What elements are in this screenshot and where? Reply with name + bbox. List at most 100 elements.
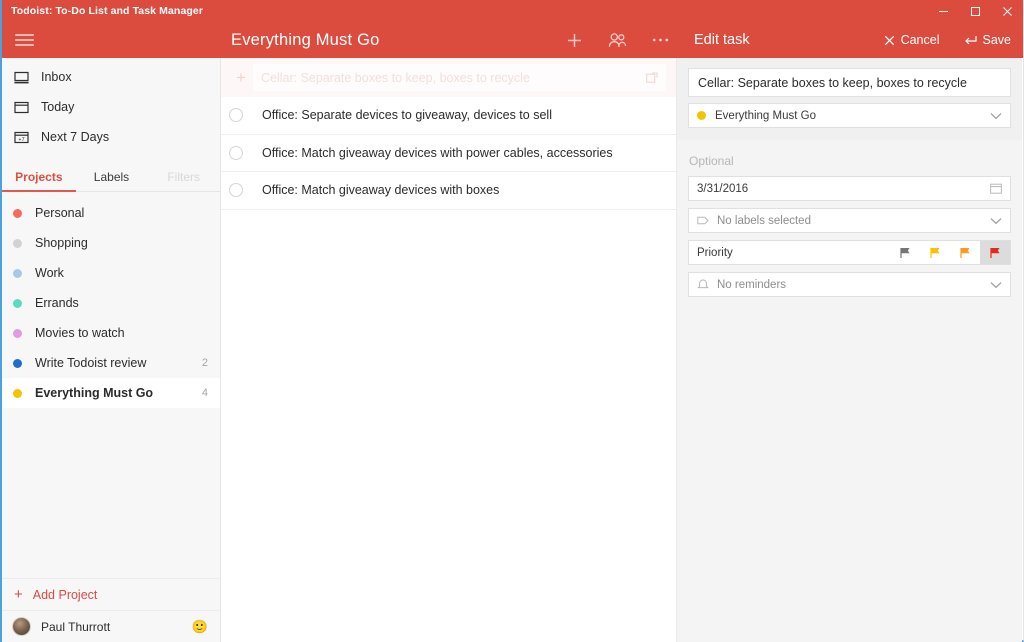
list-item[interactable]: Work: [2, 258, 220, 288]
task-checkbox[interactable]: [229, 145, 243, 160]
priority-3-flag-icon[interactable]: [920, 241, 950, 264]
close-button[interactable]: [991, 0, 1023, 22]
task-checkbox[interactable]: [229, 108, 243, 123]
sidebar-item-label: Today: [41, 100, 75, 114]
page-title: Everything Must Go: [231, 30, 380, 49]
project-select[interactable]: Everything Must Go: [688, 103, 1011, 128]
status-emoji-icon[interactable]: 🙂: [192, 619, 208, 635]
task-title: Office: Match giveaway devices with powe…: [262, 145, 613, 160]
edit-task-panel: Cellar: Separate boxes to keep, boxes to…: [677, 58, 1022, 642]
project-select-value: Everything Must Go: [715, 109, 816, 122]
inbox-icon: [13, 69, 30, 86]
tab-filters[interactable]: Filters: [147, 164, 220, 191]
project-label: Errands: [35, 296, 79, 310]
calendar-icon: [13, 99, 30, 116]
project-color-dot: [13, 388, 22, 398]
save-button[interactable]: Save: [952, 33, 1024, 47]
calendar-icon[interactable]: [990, 183, 1002, 194]
add-task-placeholder: Cellar: Separate boxes to keep, boxes to…: [261, 70, 530, 85]
project-label: Write Todoist review: [35, 356, 147, 370]
title-bar: Todoist: To-Do List and Task Manager: [2, 0, 1023, 22]
plus-icon: +: [14, 586, 23, 603]
maximize-button[interactable]: [959, 0, 991, 22]
project-color-dot: [697, 111, 706, 120]
add-task-field[interactable]: Cellar: Separate boxes to keep, boxes to…: [253, 64, 666, 91]
sidebar-tabs: Projects Labels Filters: [2, 164, 220, 192]
sidebar: Inbox Today +7 Next 7 Days Projects Labe…: [2, 58, 221, 642]
project-label: Shopping: [35, 236, 88, 250]
close-icon: [884, 35, 895, 46]
table-row[interactable]: Office: Match giveaway devices with powe…: [221, 135, 676, 172]
project-label: Movies to watch: [35, 326, 125, 340]
chevron-down-icon: [990, 281, 1002, 289]
reminders-value: No reminders: [717, 278, 787, 291]
hamburger-icon[interactable]: [2, 22, 46, 58]
app-window: Todoist: To-Do List and Task Manager Eve…: [0, 0, 1024, 642]
list-item[interactable]: Personal: [2, 198, 220, 228]
table-row[interactable]: Office: Match giveaway devices with boxe…: [221, 172, 676, 210]
priority-label: Priority: [697, 246, 733, 259]
app-body: Inbox Today +7 Next 7 Days Projects Labe…: [2, 58, 1023, 642]
window-title: Todoist: To-Do List and Task Manager: [11, 5, 204, 17]
ellipsis-icon[interactable]: [649, 29, 671, 51]
people-icon[interactable]: [606, 29, 628, 51]
enter-arrow-icon: [964, 35, 977, 46]
task-checkbox[interactable]: [229, 183, 243, 198]
calendar-7-icon: +7: [13, 129, 30, 146]
task-list-pane: + Cellar: Separate boxes to keep, boxes …: [221, 58, 677, 642]
minimize-button[interactable]: [927, 0, 959, 22]
due-date-field[interactable]: 3/31/2016: [688, 176, 1011, 201]
project-label: Everything Must Go: [35, 386, 154, 400]
edit-panel-top: Cellar: Separate boxes to keep, boxes to…: [677, 58, 1022, 140]
project-label: Personal: [35, 206, 85, 220]
project-label: Work: [35, 266, 64, 280]
chevron-down-icon: [990, 112, 1002, 120]
sidebar-item-next-7-days[interactable]: +7 Next 7 Days: [2, 122, 220, 152]
sidebar-item-today[interactable]: Today: [2, 92, 220, 122]
edit-task-header: Edit task Cancel Save: [678, 22, 1023, 58]
sidebar-nav: Inbox Today +7 Next 7 Days: [2, 58, 220, 152]
cancel-button[interactable]: Cancel: [872, 33, 952, 47]
list-item[interactable]: Shopping: [2, 228, 220, 258]
list-item[interactable]: Movies to watch: [2, 318, 220, 348]
labels-field[interactable]: No labels selected: [688, 208, 1011, 233]
project-count: 4: [201, 387, 208, 399]
user-name: Paul Thurrott: [41, 619, 111, 634]
project-color-dot: [13, 358, 22, 368]
project-list: Personal Shopping Work Errands Movies to…: [2, 192, 220, 408]
add-project-button[interactable]: + Add Project: [2, 578, 220, 610]
user-account-row[interactable]: Paul Thurrott 🙂: [2, 610, 220, 642]
chevron-down-icon: [990, 217, 1002, 225]
plus-icon[interactable]: [563, 29, 585, 51]
list-item[interactable]: Errands: [2, 288, 220, 318]
cancel-label: Cancel: [900, 33, 940, 47]
plus-icon: +: [236, 68, 246, 87]
priority-4-flag-icon[interactable]: [890, 241, 920, 264]
reminders-field[interactable]: No reminders: [688, 272, 1011, 297]
priority-2-flag-icon[interactable]: [950, 241, 980, 264]
edit-panel-body: Optional 3/31/2016 No labels selected Pr…: [677, 140, 1022, 297]
sidebar-item-inbox[interactable]: Inbox: [2, 62, 220, 92]
project-color-dot: [13, 238, 22, 248]
table-row[interactable]: Office: Separate devices to giveaway, de…: [221, 97, 676, 135]
due-date-value: 3/31/2016: [697, 182, 749, 195]
open-external-icon[interactable]: [646, 71, 658, 84]
priority-1-flag-icon[interactable]: [980, 241, 1010, 264]
tab-labels[interactable]: Labels: [76, 164, 148, 191]
list-item[interactable]: Write Todoist review 2: [2, 348, 220, 378]
edit-panel-title: Edit task: [694, 32, 750, 48]
sidebar-item-label: Inbox: [41, 70, 72, 84]
project-color-dot: [13, 208, 22, 218]
add-project-label: Add Project: [32, 587, 98, 602]
sidebar-item-label: Next 7 Days: [41, 130, 110, 144]
list-item-selected[interactable]: Everything Must Go 4: [2, 378, 220, 408]
task-title: Office: Separate devices to giveaway, de…: [262, 108, 552, 123]
project-color-dot: [13, 298, 22, 308]
add-task-bar[interactable]: + Cellar: Separate boxes to keep, boxes …: [221, 58, 676, 97]
task-title-input[interactable]: Cellar: Separate boxes to keep, boxes to…: [688, 68, 1011, 97]
task-title: Office: Match giveaway devices with boxe…: [262, 183, 500, 198]
project-color-dot: [13, 328, 22, 338]
labels-value: No labels selected: [717, 214, 811, 227]
tab-projects[interactable]: Projects: [2, 164, 76, 192]
